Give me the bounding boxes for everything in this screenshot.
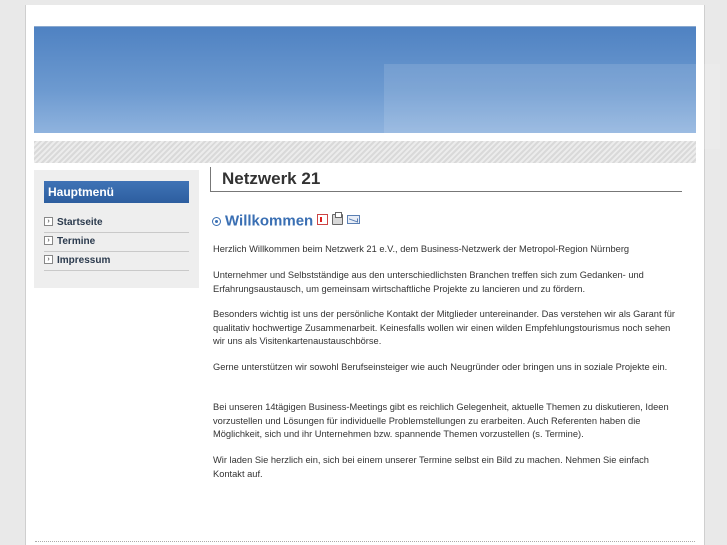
article-title: Willkommen <box>225 212 314 230</box>
arrow-right-icon: › <box>44 216 53 226</box>
sidebar-item-label: Startseite <box>57 217 103 228</box>
divider-stripe <box>34 141 696 163</box>
paragraph: Gerne unterstützen wir sowohl Berufseins… <box>213 362 668 372</box>
paragraph: Wir laden Sie herzlich ein, sich bei ein… <box>213 455 649 479</box>
sidebar: Hauptmenü › Startseite › Termine › Impressu… <box>34 170 199 288</box>
paragraph: Herzlich Willkommen beim Netzwerk 21 e.V… <box>213 244 630 254</box>
sidebar-item-label: Termine <box>57 236 96 247</box>
sidebar-item-startseite[interactable]: › Startseite <box>44 213 189 233</box>
bullet-circle-icon <box>212 217 221 226</box>
sidebar-item-termine[interactable]: › Termine <box>44 232 189 252</box>
pdf-icon[interactable] <box>317 214 329 226</box>
sidebar-item-impressum[interactable]: › Impressum <box>44 251 189 271</box>
page-title: Netzwerk 21 <box>210 167 682 192</box>
article-header: Willkommen <box>212 212 682 230</box>
email-icon[interactable] <box>347 215 361 225</box>
paragraph: Besonders wichtig ist uns der persönlich… <box>213 309 675 346</box>
paragraph: Unternehmer und Selbstständige aus den u… <box>213 270 644 294</box>
sidebar-item-label: Impressum <box>57 255 111 266</box>
header-banner <box>34 26 720 149</box>
arrow-right-icon: › <box>44 254 53 264</box>
menu-title: Hauptmenü <box>44 181 189 203</box>
banner-panel <box>384 64 720 149</box>
arrow-right-icon: › <box>44 235 53 245</box>
print-icon[interactable] <box>332 212 344 226</box>
footer-divider <box>35 541 695 543</box>
paragraph: Bei unseren 14tägigen Business-Meetings … <box>213 402 669 439</box>
